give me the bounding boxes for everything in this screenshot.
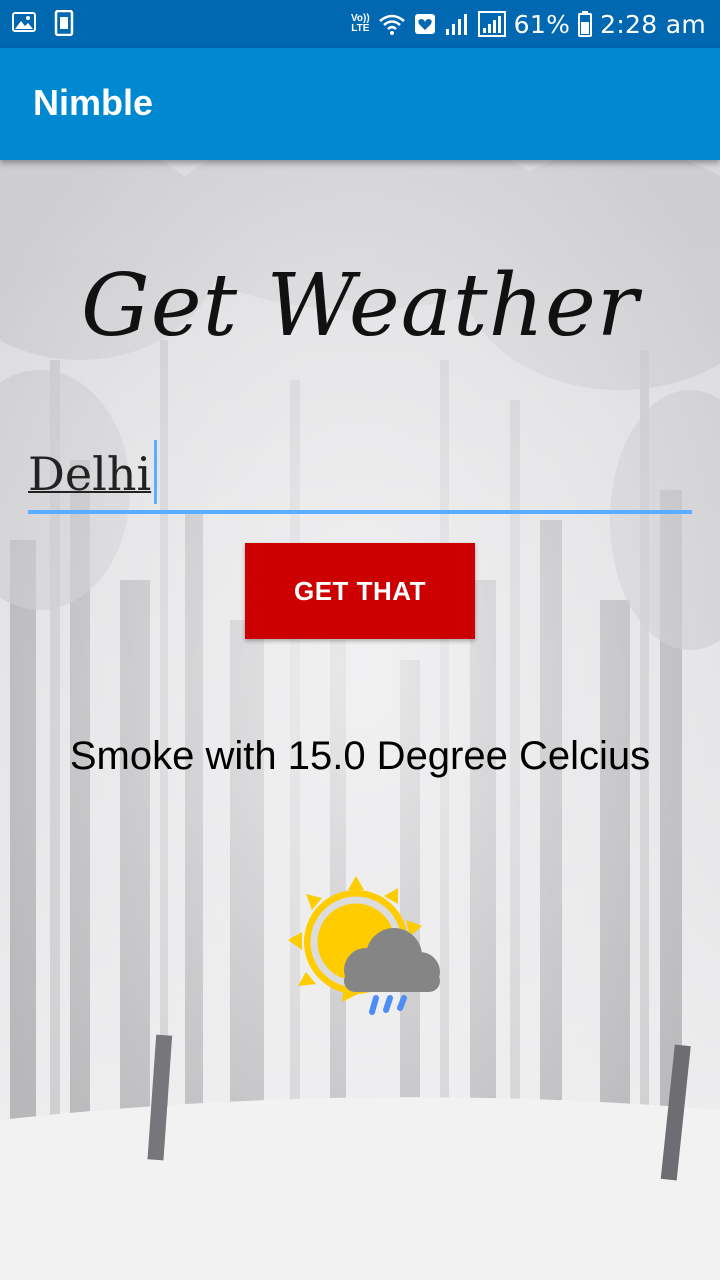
city-field[interactable] xyxy=(28,430,692,514)
get-weather-button[interactable]: GET THAT xyxy=(245,543,475,639)
signal-icon xyxy=(445,14,467,35)
battery-percent: 61% xyxy=(513,9,571,39)
status-bar: Vo)) LTE 61% 2:28 am xyxy=(0,0,720,48)
text-cursor xyxy=(154,440,157,504)
clock: 2:28 am xyxy=(600,9,706,39)
app-title: Nimble xyxy=(33,82,154,123)
main-content: Get Weather GET THAT Smoke with 15.0 Deg… xyxy=(0,160,720,1280)
app-bar: Nimble xyxy=(0,48,720,160)
signal-icon xyxy=(477,11,506,37)
heart-icon xyxy=(414,14,435,34)
gallery-icon xyxy=(12,12,36,32)
wifi-icon xyxy=(378,14,405,35)
sim-icon xyxy=(54,10,74,36)
volte-icon: Vo)) LTE xyxy=(350,13,370,34)
city-input[interactable] xyxy=(28,444,692,504)
weather-result-text: Smoke with 15.0 Degree Celcius xyxy=(69,734,651,778)
partly-sunny-rain-icon xyxy=(288,876,440,1015)
page-heading: Get Weather xyxy=(81,256,639,356)
battery-icon xyxy=(578,11,593,37)
input-underline xyxy=(28,510,692,514)
